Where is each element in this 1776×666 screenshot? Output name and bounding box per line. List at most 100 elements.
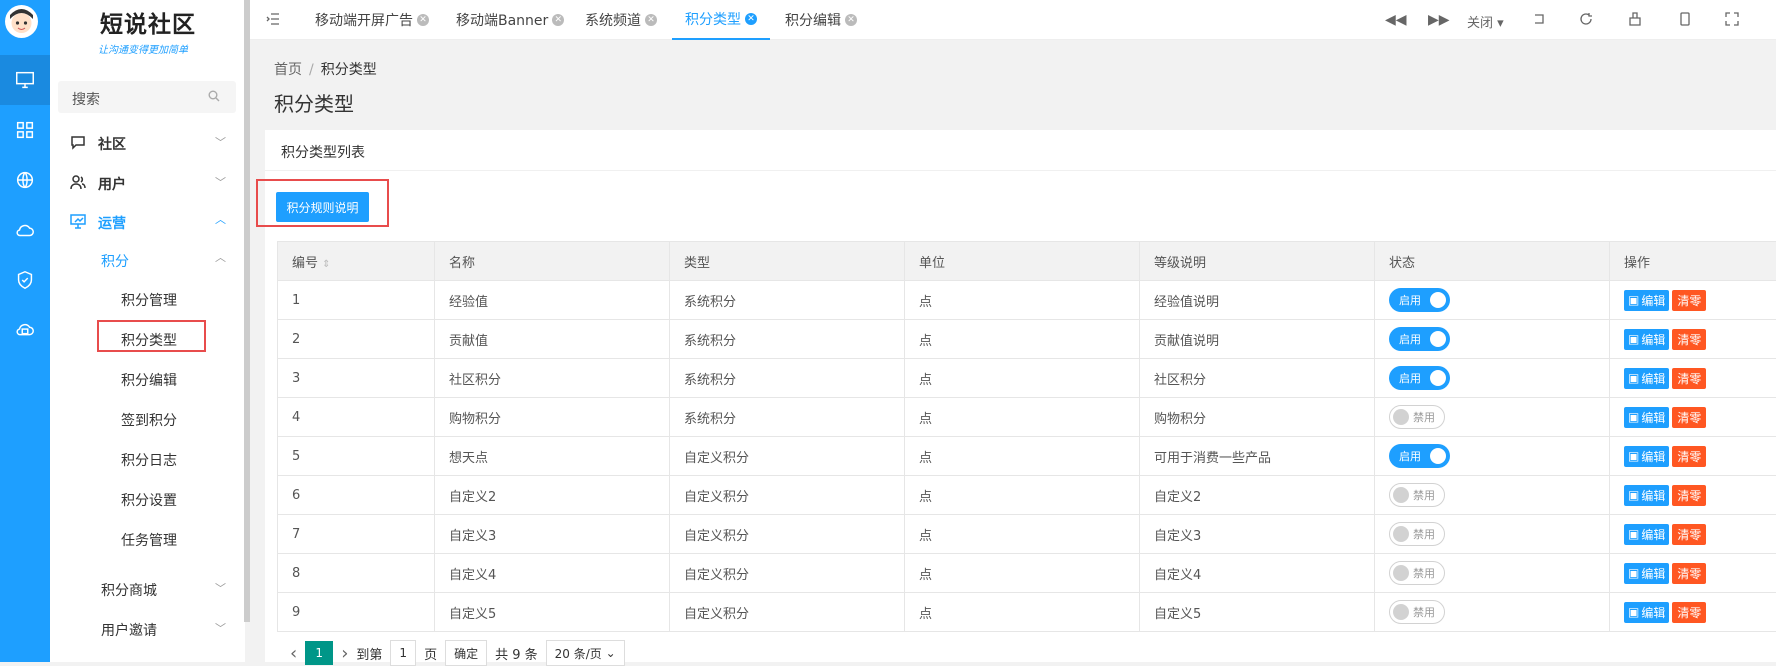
menu-fold-icon[interactable]	[266, 12, 280, 30]
menu-community[interactable]: 社区	[70, 134, 126, 154]
menu-points-manage[interactable]: 积分管理	[121, 290, 177, 310]
row-actions: ▣编辑清零	[1624, 407, 1706, 428]
page-1-button[interactable]: 1	[305, 641, 333, 665]
page-input[interactable]: 1	[390, 640, 416, 666]
page-size-value: 20 条/页	[555, 645, 602, 662]
cell-unit: 点	[905, 359, 1140, 398]
user-avatar[interactable]	[5, 5, 38, 38]
cell-type: 自定义积分	[670, 593, 905, 632]
tab-points-edit[interactable]: 积分编辑✕	[785, 0, 857, 40]
close-icon[interactable]: ✕	[845, 14, 857, 26]
back-icon[interactable]	[1532, 12, 1546, 30]
clear-button[interactable]: 清零	[1672, 407, 1706, 428]
chevron-down-icon: ﹀	[215, 134, 226, 150]
status-toggle[interactable]: 禁用	[1389, 522, 1445, 546]
prev-page-icon[interactable]: ‹	[290, 643, 297, 664]
clear-button[interactable]: 清零	[1672, 329, 1706, 350]
edit-button[interactable]: ▣编辑	[1624, 329, 1669, 350]
edit-label: 编辑	[1641, 565, 1665, 582]
toggle-knob	[1393, 409, 1409, 425]
edit-button[interactable]: ▣编辑	[1624, 407, 1669, 428]
cloud-server-icon[interactable]	[0, 305, 50, 355]
status-toggle[interactable]: 禁用	[1389, 561, 1445, 585]
status-toggle[interactable]: 启用	[1389, 288, 1450, 312]
mobile-icon[interactable]	[1678, 12, 1692, 30]
table-row: 4购物积分系统积分点购物积分禁用▣编辑清零	[278, 398, 1776, 437]
cell-id: 8	[278, 554, 435, 593]
close-icon[interactable]: ✕	[552, 14, 564, 26]
edit-button[interactable]: ▣编辑	[1624, 290, 1669, 311]
edit-button[interactable]: ▣编辑	[1624, 602, 1669, 623]
status-toggle[interactable]: 启用	[1389, 327, 1450, 351]
status-toggle[interactable]: 禁用	[1389, 483, 1445, 507]
clear-button[interactable]: 清零	[1672, 563, 1706, 584]
cloud-icon[interactable]	[0, 205, 50, 255]
globe-icon[interactable]	[0, 155, 50, 205]
clear-button[interactable]: 清零	[1672, 524, 1706, 545]
status-toggle[interactable]: 启用	[1389, 444, 1450, 468]
cell-status: 启用	[1375, 359, 1610, 398]
clear-button[interactable]: 清零	[1672, 485, 1706, 506]
edit-button[interactable]: ▣编辑	[1624, 446, 1669, 467]
cell-status: 禁用	[1375, 398, 1610, 437]
close-icon[interactable]: ✕	[645, 14, 657, 26]
scroll-left-icon[interactable]: ◀◀	[1385, 12, 1407, 28]
cell-name: 自定义5	[435, 593, 670, 632]
shield-icon[interactable]	[0, 255, 50, 305]
page-size-select[interactable]: 20 条/页 ⌄	[546, 640, 625, 666]
cell-name: 贡献值	[435, 320, 670, 359]
tab-mobile-splash-ad[interactable]: 移动端开屏广告✕	[315, 0, 429, 40]
scroll-right-icon[interactable]: ▶▶	[1428, 12, 1450, 28]
status-toggle[interactable]: 启用	[1389, 366, 1450, 390]
refresh-icon[interactable]	[1579, 12, 1593, 30]
menu-operations[interactable]: 运营	[70, 213, 126, 233]
menu-points-settings[interactable]: 积分设置	[121, 490, 177, 510]
tab-system-channel[interactable]: 系统频道✕	[585, 0, 657, 40]
points-type-table: 编号 ⇕ 名称 类型 单位 等级说明 状态 操作 1经验值系统积分点经验值说明启…	[277, 241, 1776, 632]
menu-users[interactable]: 用户	[70, 174, 126, 194]
close-icon[interactable]: ✕	[745, 13, 757, 25]
menu-checkin-points[interactable]: 签到积分	[121, 410, 177, 430]
clear-button[interactable]: 清零	[1672, 290, 1706, 311]
clear-button[interactable]: 清零	[1672, 446, 1706, 467]
status-label: 禁用	[1413, 565, 1435, 581]
tab-points-type[interactable]: 积分类型✕	[672, 0, 770, 40]
cell-unit: 点	[905, 476, 1140, 515]
chevron-up-icon: ︿	[215, 249, 226, 265]
fullscreen-icon[interactable]	[1725, 12, 1739, 30]
search-input[interactable]: 搜索	[58, 81, 236, 113]
goto-confirm-button[interactable]: 确定	[445, 640, 487, 666]
status-toggle[interactable]: 禁用	[1389, 600, 1445, 624]
tab-mobile-banner[interactable]: 移动端Banner✕	[456, 0, 564, 40]
sort-icon[interactable]: ⇕	[322, 259, 330, 270]
cell-type: 系统积分	[670, 281, 905, 320]
edit-button[interactable]: ▣编辑	[1624, 368, 1669, 389]
monitor-icon[interactable]	[0, 55, 50, 105]
clear-button[interactable]: 清零	[1672, 368, 1706, 389]
close-menu-button[interactable]: 关闭 ▾	[1467, 12, 1504, 31]
cell-unit: 点	[905, 554, 1140, 593]
grid-icon[interactable]	[0, 105, 50, 155]
menu-points[interactable]: 积分	[101, 251, 129, 271]
clean-icon[interactable]	[1628, 12, 1642, 30]
close-icon[interactable]: ✕	[417, 14, 429, 26]
status-label: 禁用	[1413, 487, 1435, 503]
edit-button[interactable]: ▣编辑	[1624, 485, 1669, 506]
menu-points-edit[interactable]: 积分编辑	[121, 370, 177, 390]
edit-button[interactable]: ▣编辑	[1624, 563, 1669, 584]
clear-button[interactable]: 清零	[1672, 602, 1706, 623]
menu-task-manage[interactable]: 任务管理	[121, 530, 177, 550]
menu-points-log[interactable]: 积分日志	[121, 450, 177, 470]
menu-points-mall[interactable]: 积分商城	[101, 580, 157, 600]
col-id[interactable]: 编号 ⇕	[278, 242, 435, 281]
menu-invite[interactable]: 用户邀请	[101, 620, 157, 640]
edit-button[interactable]: ▣编辑	[1624, 524, 1669, 545]
total-count: 共 9 条	[495, 644, 538, 663]
cell-id: 9	[278, 593, 435, 632]
breadcrumb-home[interactable]: 首页	[274, 62, 302, 78]
highlight-box	[97, 320, 206, 352]
status-label: 启用	[1399, 292, 1421, 308]
status-toggle[interactable]: 禁用	[1389, 405, 1445, 429]
next-page-icon[interactable]: ›	[341, 643, 348, 664]
sidebar-scrollbar[interactable]	[244, 0, 250, 622]
